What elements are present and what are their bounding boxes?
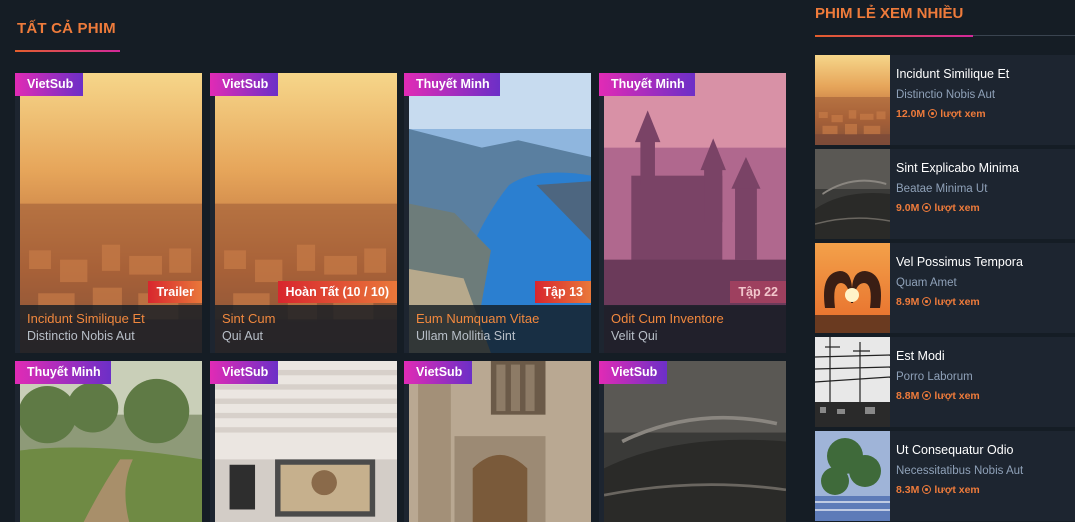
movie-card[interactable]: VietSub	[404, 361, 591, 522]
movie-title[interactable]: Sint Cum	[222, 311, 397, 326]
sidebar-item-subtitle: Porro Laborum	[896, 371, 973, 383]
movie-info: Sint Cum Qui Aut	[215, 305, 397, 353]
view-count-value: 8.3M	[896, 484, 920, 496]
view-count: 8.8M lượt xem	[896, 390, 980, 402]
movie-card[interactable]: VietSub	[210, 361, 397, 522]
language-badge: VietSub	[210, 361, 279, 384]
sidebar-item-title[interactable]: Vel Possimus Tempora	[896, 255, 1023, 269]
sidebar-most-viewed: PHIM LẺ XEM NHIỀU Incidunt Similique Et …	[810, 0, 1075, 522]
view-count-label: lượt xem	[934, 296, 980, 308]
view-count-value: 9.0M	[896, 202, 920, 214]
movie-card[interactable]: Thuyết Minh	[15, 361, 202, 522]
sidebar-item[interactable]: Est Modi Porro Laborum 8.8M lượt xem	[815, 337, 1075, 427]
movie-original-title: Qui Aut	[222, 329, 263, 343]
movie-info: Eum Numquam Vitae Ullam Mollitia Sint	[409, 305, 591, 353]
movie-card[interactable]: Thuyết Minh Tập 13 Eum Numquam Vitae Ull…	[404, 73, 591, 353]
status-badge: Hoàn Tất (10 / 10)	[277, 281, 397, 303]
view-count-value: 12.0M	[896, 108, 926, 120]
movie-card[interactable]: VietSub Hoàn Tất (10 / 10) Sint Cum Qui …	[210, 73, 397, 353]
sidebar-item-title[interactable]: Ut Consequatur Odio	[896, 443, 1013, 457]
eye-icon	[922, 297, 932, 306]
movie-poster[interactable]	[215, 361, 397, 522]
language-badge: VietSub	[210, 73, 279, 96]
sidebar-title-underline	[815, 35, 973, 37]
sidebar-item-title[interactable]: Incidunt Similique Et	[896, 67, 1009, 81]
eye-icon	[922, 485, 932, 494]
sidebar-item[interactable]: Incidunt Similique Et Distinctio Nobis A…	[815, 55, 1075, 145]
view-count: 8.3M lượt xem	[896, 484, 980, 496]
language-badge: VietSub	[404, 361, 473, 384]
sidebar-item-title[interactable]: Sint Explicabo Minima	[896, 161, 1019, 175]
sidebar-divider	[973, 35, 1075, 36]
view-count-label: lượt xem	[934, 390, 980, 402]
view-count: 8.9M lượt xem	[896, 296, 980, 308]
movie-title[interactable]: Odit Cum Inventore	[611, 311, 786, 326]
status-badge: Trailer	[148, 281, 202, 303]
language-badge: Thuyết Minh	[599, 73, 695, 96]
movie-card[interactable]: VietSub Trailer Incidunt Similique Et Di…	[15, 73, 202, 353]
view-count-value: 8.8M	[896, 390, 920, 402]
movie-poster[interactable]	[20, 361, 202, 522]
sidebar-item[interactable]: Sint Explicabo Minima Beatae Minima Ut 9…	[815, 149, 1075, 239]
movie-info: Incidunt Similique Et Distinctio Nobis A…	[20, 305, 202, 353]
sidebar-thumbnail[interactable]	[815, 337, 890, 427]
eye-icon	[922, 203, 932, 212]
sidebar-item[interactable]: Ut Consequatur Odio Necessitatibus Nobis…	[815, 431, 1075, 521]
movie-list-section: TẤT CẢ PHIM VietSub Trailer Incidunt Sim…	[0, 0, 795, 522]
sidebar-item[interactable]: Vel Possimus Tempora Quam Amet 8.9M lượt …	[815, 243, 1075, 333]
eye-icon	[922, 391, 932, 400]
sidebar-item-subtitle: Distinctio Nobis Aut	[896, 89, 996, 101]
language-badge: VietSub	[15, 73, 84, 96]
sidebar-item-title[interactable]: Est Modi	[896, 349, 945, 363]
sidebar-item-subtitle: Necessitatibus Nobis Aut	[896, 465, 1024, 477]
language-badge: Thuyết Minh	[15, 361, 111, 384]
sidebar-thumbnail[interactable]	[815, 55, 890, 145]
sidebar-item-subtitle: Quam Amet	[896, 277, 957, 289]
view-count: 9.0M lượt xem	[896, 202, 980, 214]
status-badge: Tập 22	[730, 281, 786, 303]
language-badge: VietSub	[599, 361, 668, 384]
sidebar-thumbnail[interactable]	[815, 431, 890, 521]
view-count: 12.0M lượt xem	[896, 108, 986, 120]
language-badge: Thuyết Minh	[404, 73, 500, 96]
view-count-label: lượt xem	[934, 202, 980, 214]
sidebar-thumbnail[interactable]	[815, 243, 890, 333]
view-count-label: lượt xem	[934, 484, 980, 496]
eye-icon	[928, 109, 938, 118]
view-count-label: lượt xem	[940, 108, 986, 120]
movie-original-title: Distinctio Nobis Aut	[27, 329, 135, 343]
movie-info: Odit Cum Inventore Velit Qui	[604, 305, 786, 353]
movie-poster[interactable]	[409, 361, 591, 522]
sidebar-item-subtitle: Beatae Minima Ut	[896, 183, 988, 195]
movie-original-title: Ullam Mollitia Sint	[416, 329, 516, 343]
view-count-value: 8.9M	[896, 296, 920, 308]
movie-card[interactable]: Thuyết Minh Tập 22 Odit Cum Inventore Ve…	[599, 73, 786, 353]
status-badge: Tập 13	[535, 281, 591, 303]
movie-title[interactable]: Eum Numquam Vitae	[416, 311, 591, 326]
section-title-underline	[15, 50, 120, 52]
movie-title[interactable]: Incidunt Similique Et	[27, 311, 202, 326]
section-title: TẤT CẢ PHIM	[17, 20, 116, 37]
sidebar-thumbnail[interactable]	[815, 149, 890, 239]
sidebar-title: PHIM LẺ XEM NHIỀU	[815, 5, 964, 22]
movie-original-title: Velit Qui	[611, 329, 658, 343]
movie-card[interactable]: VietSub	[599, 361, 786, 522]
movie-poster[interactable]	[604, 361, 786, 522]
